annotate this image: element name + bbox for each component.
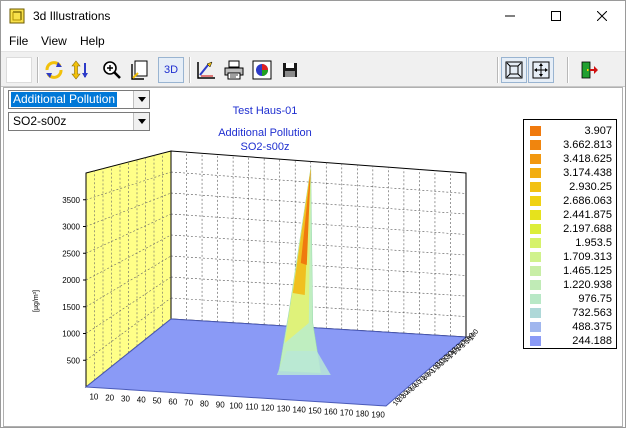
z-axis-label: [µg/m³]	[33, 290, 40, 312]
x-tick-label: 70	[184, 399, 193, 408]
x-tick-label: 80	[200, 400, 209, 409]
legend-label: 2.686.063	[563, 195, 612, 207]
back-wall	[170, 150, 467, 338]
legend-label: 976.75	[578, 293, 612, 305]
legend-swatch	[530, 154, 541, 164]
legend-item: 244.188	[528, 334, 614, 348]
legend-item: 1.953.5	[528, 236, 614, 250]
legend-swatch	[530, 336, 541, 346]
x-tick-label: 160	[324, 408, 338, 417]
z-tick-label: 1500	[62, 303, 80, 312]
x-tick-label: 170	[340, 409, 354, 418]
x-tick-label: 40	[137, 396, 146, 405]
x-tick-label: 10	[89, 393, 98, 402]
x-tick-label: 30	[121, 395, 130, 404]
legend-swatch	[530, 126, 541, 136]
y-tick-label: 190	[468, 328, 480, 342]
legend-label: 1.953.5	[575, 237, 612, 249]
x-tick-label: 150	[308, 407, 322, 416]
legend-label: 1.709.313	[563, 251, 612, 263]
x-tick-label: 60	[168, 398, 177, 407]
x-tick-label: 20	[105, 394, 114, 403]
legend-item: 3.174.438	[528, 166, 614, 180]
legend-label: 3.174.438	[563, 167, 612, 179]
x-tick-label: 100	[229, 402, 243, 411]
x-tick-label: 140	[292, 406, 306, 415]
legend-label: 2.930.25	[569, 181, 612, 193]
x-tick-label: 190	[371, 411, 385, 420]
legend-label: 2.197.688	[563, 223, 612, 235]
legend-swatch	[530, 252, 541, 262]
z-tick-label: 3500	[62, 196, 80, 205]
z-tick-label: 2500	[62, 249, 80, 258]
x-tick-label: 120	[261, 404, 275, 413]
legend-swatch	[530, 308, 541, 318]
legend-item: 1.465.125	[528, 264, 614, 278]
x-tick-label: 90	[216, 401, 225, 410]
legend-swatch	[530, 196, 541, 206]
legend-swatch	[530, 182, 541, 192]
z-tick-label: 3000	[62, 223, 80, 232]
legend-label: 1.220.938	[563, 279, 612, 291]
z-tick-label: 500	[67, 356, 81, 365]
legend-item: 732.563	[528, 306, 614, 320]
legend-label: 732.563	[572, 307, 612, 319]
legend-label: 1.465.125	[563, 265, 612, 277]
legend-item: 2.197.688	[528, 222, 614, 236]
legend-swatch	[530, 210, 541, 220]
legend-item: 1.709.313	[528, 250, 614, 264]
legend-item: 2.930.25	[528, 180, 614, 194]
legend-item: 3.907	[528, 124, 614, 138]
legend-swatch	[530, 294, 541, 304]
legend-swatch	[530, 168, 541, 178]
x-tick-label: 130	[277, 405, 291, 414]
legend-label: 488.375	[572, 321, 612, 333]
legend-item: 3.418.625	[528, 152, 614, 166]
legend-swatch	[530, 322, 541, 332]
legend-item: 3.662.813	[528, 138, 614, 152]
legend-item: 976.75	[528, 292, 614, 306]
legend-swatch	[530, 266, 541, 276]
legend-label: 244.188	[572, 335, 612, 347]
app-window: 3d Illustrations File View Help 3D Addit…	[0, 0, 626, 428]
legend-label: 2.441.875	[563, 209, 612, 221]
legend-swatch	[530, 280, 541, 290]
legend-swatch	[530, 224, 541, 234]
legend-label: 3.662.813	[563, 139, 612, 151]
legend-label: 3.418.625	[563, 153, 612, 165]
legend-item: 488.375	[528, 320, 614, 334]
legend-swatch	[530, 140, 541, 150]
z-tick-label: 1000	[62, 330, 80, 339]
x-tick-label: 180	[356, 410, 370, 419]
z-tick-label: 2000	[62, 276, 80, 285]
legend-item: 1.220.938	[528, 278, 614, 292]
legend-swatch	[530, 238, 541, 248]
x-tick-label: 50	[153, 397, 162, 406]
color-legend: 3.907 3.662.813 3.418.625 3.174.438 2.930.25…	[523, 119, 617, 349]
legend-label: 3.907	[584, 125, 612, 137]
x-tick-label: 110	[245, 403, 258, 412]
legend-item: 2.441.875	[528, 208, 614, 222]
legend-item: 2.686.063	[528, 194, 614, 208]
